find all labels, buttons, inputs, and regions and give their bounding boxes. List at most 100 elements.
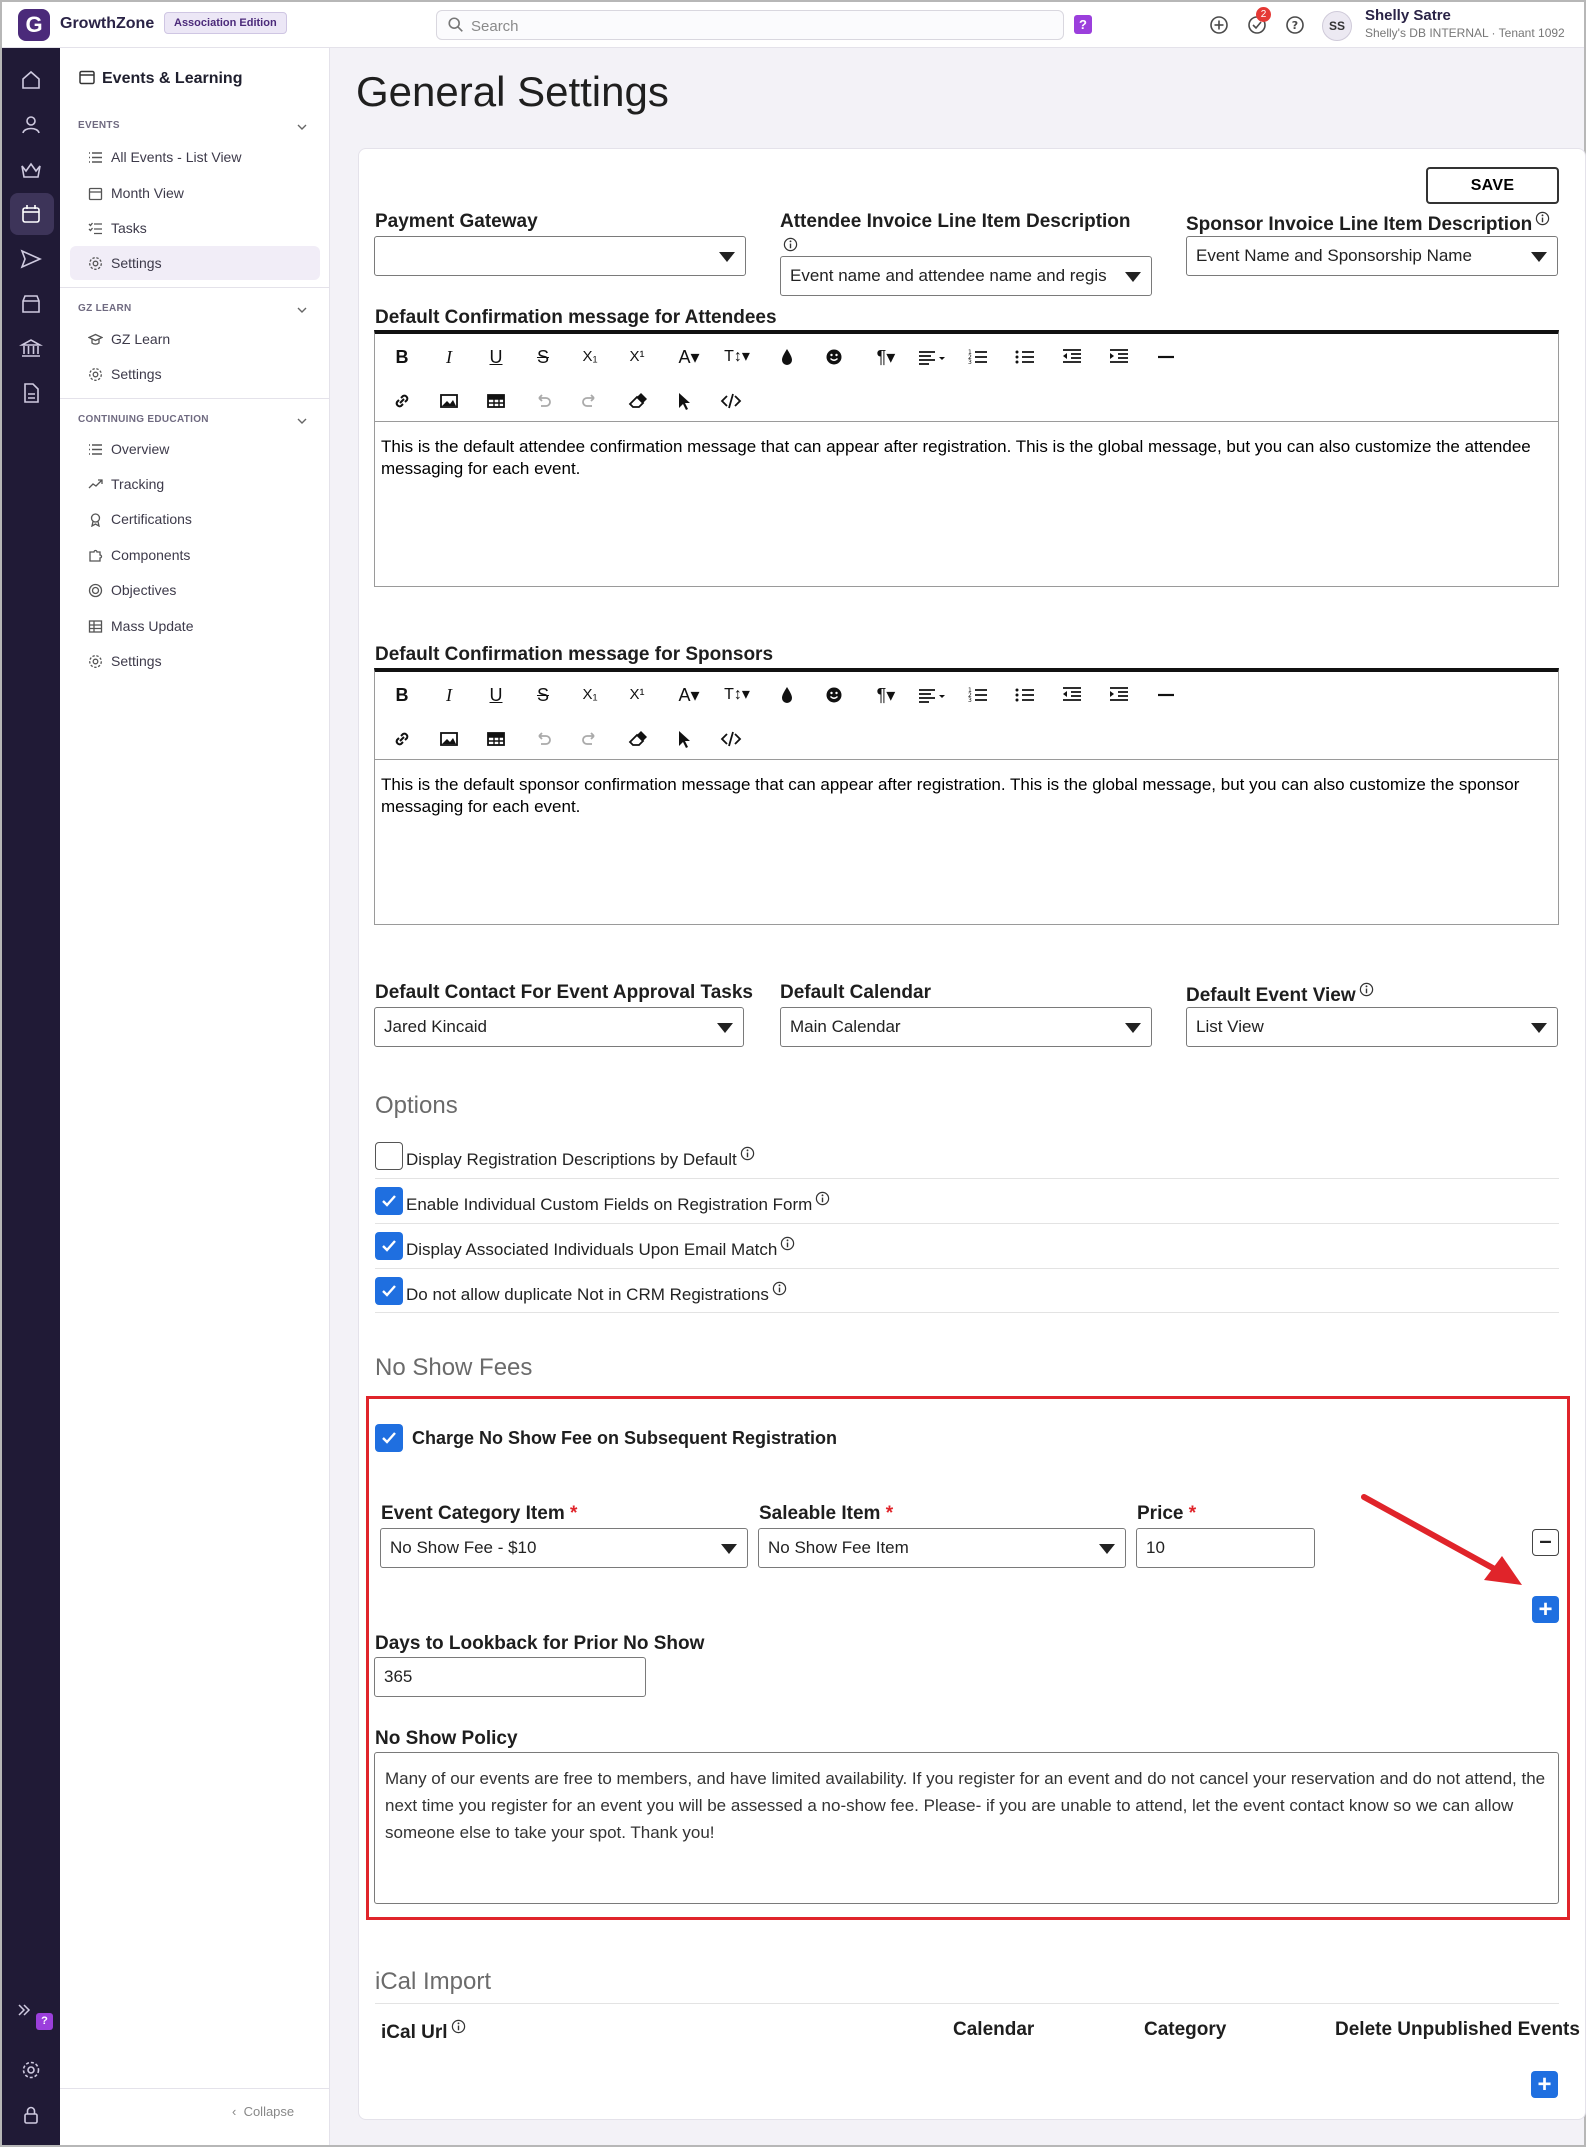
- default-contact-select[interactable]: Jared Kincaid: [374, 1007, 744, 1047]
- info-icon[interactable]: [783, 237, 798, 252]
- font-color-button[interactable]: A▾: [671, 344, 707, 370]
- attendee-message-editor[interactable]: B I U S X₁ X¹ A▾ T↕▾ ¶▾ 123 This is the …: [374, 330, 1559, 587]
- superscript-button[interactable]: X¹: [624, 682, 650, 708]
- italic-button[interactable]: I: [436, 682, 462, 708]
- bold-button[interactable]: B: [389, 682, 415, 708]
- option-checkbox-custom-fields[interactable]: [375, 1187, 403, 1215]
- collapse-nav-button[interactable]: ‹ Collapse: [232, 2104, 294, 2119]
- ordered-list-icon[interactable]: 123: [965, 682, 991, 708]
- superscript-button[interactable]: X¹: [624, 344, 650, 370]
- chevron-down-icon[interactable]: [296, 415, 308, 427]
- eraser-icon[interactable]: [624, 726, 650, 752]
- bank-icon[interactable]: [19, 336, 43, 360]
- indent-icon[interactable]: [1106, 344, 1132, 370]
- info-icon[interactable]: [780, 1236, 795, 1251]
- image-icon[interactable]: [436, 726, 462, 752]
- nav-item-month-view[interactable]: Month View: [70, 176, 330, 210]
- paragraph-button[interactable]: ¶▾: [869, 344, 903, 370]
- add-circle-icon[interactable]: [1209, 15, 1229, 35]
- table-icon[interactable]: [483, 726, 509, 752]
- sponsor-message-editor[interactable]: B I U S X₁ X¹ A▾ T↕▾ ¶▾ 123 This is the …: [374, 668, 1559, 925]
- send-icon[interactable]: [19, 247, 43, 271]
- code-view-icon[interactable]: [718, 726, 744, 752]
- unordered-list-icon[interactable]: [1012, 682, 1038, 708]
- redo-icon[interactable]: [577, 388, 603, 414]
- subscript-button[interactable]: X₁: [577, 682, 603, 708]
- add-ical-button[interactable]: +: [1531, 2071, 1558, 2098]
- nav-item-mass-update[interactable]: Mass Update: [70, 609, 330, 643]
- settings-icon[interactable]: [21, 2060, 41, 2080]
- outdent-icon[interactable]: [1059, 344, 1085, 370]
- search-input[interactable]: Search: [436, 10, 1064, 40]
- default-view-select[interactable]: List View: [1186, 1007, 1558, 1047]
- pointer-icon[interactable]: [671, 388, 697, 414]
- info-icon[interactable]: [772, 1281, 787, 1296]
- font-color-button[interactable]: A▾: [671, 682, 707, 708]
- expand-icon[interactable]: [16, 2002, 32, 2018]
- info-icon[interactable]: [1535, 211, 1550, 226]
- lock-icon[interactable]: [21, 2105, 41, 2125]
- nav-item-all-events[interactable]: All Events - List View: [70, 140, 330, 174]
- sponsor-message-content[interactable]: This is the default sponsor confirmation…: [375, 760, 1558, 924]
- info-icon[interactable]: [1359, 982, 1374, 997]
- nav-item-ce-settings[interactable]: Settings: [70, 644, 330, 678]
- undo-icon[interactable]: [530, 726, 556, 752]
- sponsor-invoice-select[interactable]: Event Name and Sponsorship Name: [1186, 236, 1558, 276]
- rail-help-badge[interactable]: ?: [36, 2013, 53, 2030]
- image-icon[interactable]: [436, 388, 462, 414]
- unordered-list-icon[interactable]: [1012, 344, 1038, 370]
- attendee-invoice-select[interactable]: Event name and attendee name and regis: [780, 256, 1152, 296]
- default-calendar-select[interactable]: Main Calendar: [780, 1007, 1152, 1047]
- home-icon[interactable]: [19, 68, 43, 92]
- event-category-select[interactable]: No Show Fee - $10: [380, 1528, 748, 1568]
- chevron-down-icon[interactable]: [296, 121, 308, 133]
- growthzone-logo[interactable]: G: [18, 9, 50, 41]
- subscript-button[interactable]: X₁: [577, 344, 603, 370]
- attendee-message-content[interactable]: This is the default attendee confirmatio…: [375, 422, 1558, 586]
- ink-drop-icon[interactable]: [774, 682, 800, 708]
- strikethrough-button[interactable]: S: [530, 344, 556, 370]
- horizontal-rule-icon[interactable]: [1153, 344, 1179, 370]
- align-icon[interactable]: [915, 344, 949, 370]
- eraser-icon[interactable]: [624, 388, 650, 414]
- help-badge[interactable]: ?: [1074, 15, 1092, 34]
- remove-row-button[interactable]: –: [1532, 1529, 1559, 1556]
- code-view-icon[interactable]: [718, 388, 744, 414]
- nav-item-components[interactable]: Components: [70, 538, 330, 572]
- store-icon[interactable]: [19, 292, 43, 316]
- strikethrough-button[interactable]: S: [530, 682, 556, 708]
- charge-no-show-checkbox[interactable]: [375, 1424, 403, 1452]
- bold-button[interactable]: B: [389, 344, 415, 370]
- option-checkbox-no-duplicates[interactable]: [375, 1277, 403, 1305]
- add-row-button[interactable]: +: [1532, 1596, 1559, 1623]
- nav-item-gz-learn[interactable]: GZ Learn: [70, 322, 330, 356]
- save-button[interactable]: SAVE: [1426, 167, 1559, 204]
- no-show-policy-textarea[interactable]: Many of our events are free to members, …: [374, 1752, 1559, 1904]
- help-circle-icon[interactable]: ?: [1285, 15, 1305, 35]
- user-avatar[interactable]: SS: [1322, 11, 1352, 41]
- nav-item-certifications[interactable]: Certifications: [70, 502, 330, 536]
- undo-icon[interactable]: [530, 388, 556, 414]
- align-icon[interactable]: [915, 682, 949, 708]
- nav-item-events-settings[interactable]: Settings: [70, 246, 320, 280]
- italic-button[interactable]: I: [436, 344, 462, 370]
- table-icon[interactable]: [483, 388, 509, 414]
- user-name[interactable]: Shelly Satre: [1365, 7, 1451, 24]
- ordered-list-icon[interactable]: 123: [965, 344, 991, 370]
- price-input[interactable]: 10: [1136, 1528, 1315, 1568]
- nav-item-overview[interactable]: Overview: [70, 432, 330, 466]
- option-checkbox-associated-individuals[interactable]: [375, 1232, 403, 1260]
- nav-item-gz-learn-settings[interactable]: Settings: [70, 357, 330, 391]
- paragraph-button[interactable]: ¶▾: [869, 682, 903, 708]
- calendar-icon[interactable]: [19, 202, 43, 226]
- chevron-down-icon[interactable]: [296, 304, 308, 316]
- emoji-icon[interactable]: [821, 344, 847, 370]
- payment-gateway-select[interactable]: [374, 236, 746, 276]
- nav-item-tasks[interactable]: Tasks: [70, 211, 330, 245]
- nav-item-objectives[interactable]: Objectives: [70, 573, 330, 607]
- ink-drop-icon[interactable]: [774, 344, 800, 370]
- document-icon[interactable]: [19, 381, 43, 405]
- outdent-icon[interactable]: [1059, 682, 1085, 708]
- underline-button[interactable]: U: [483, 682, 509, 708]
- person-icon[interactable]: [19, 113, 43, 137]
